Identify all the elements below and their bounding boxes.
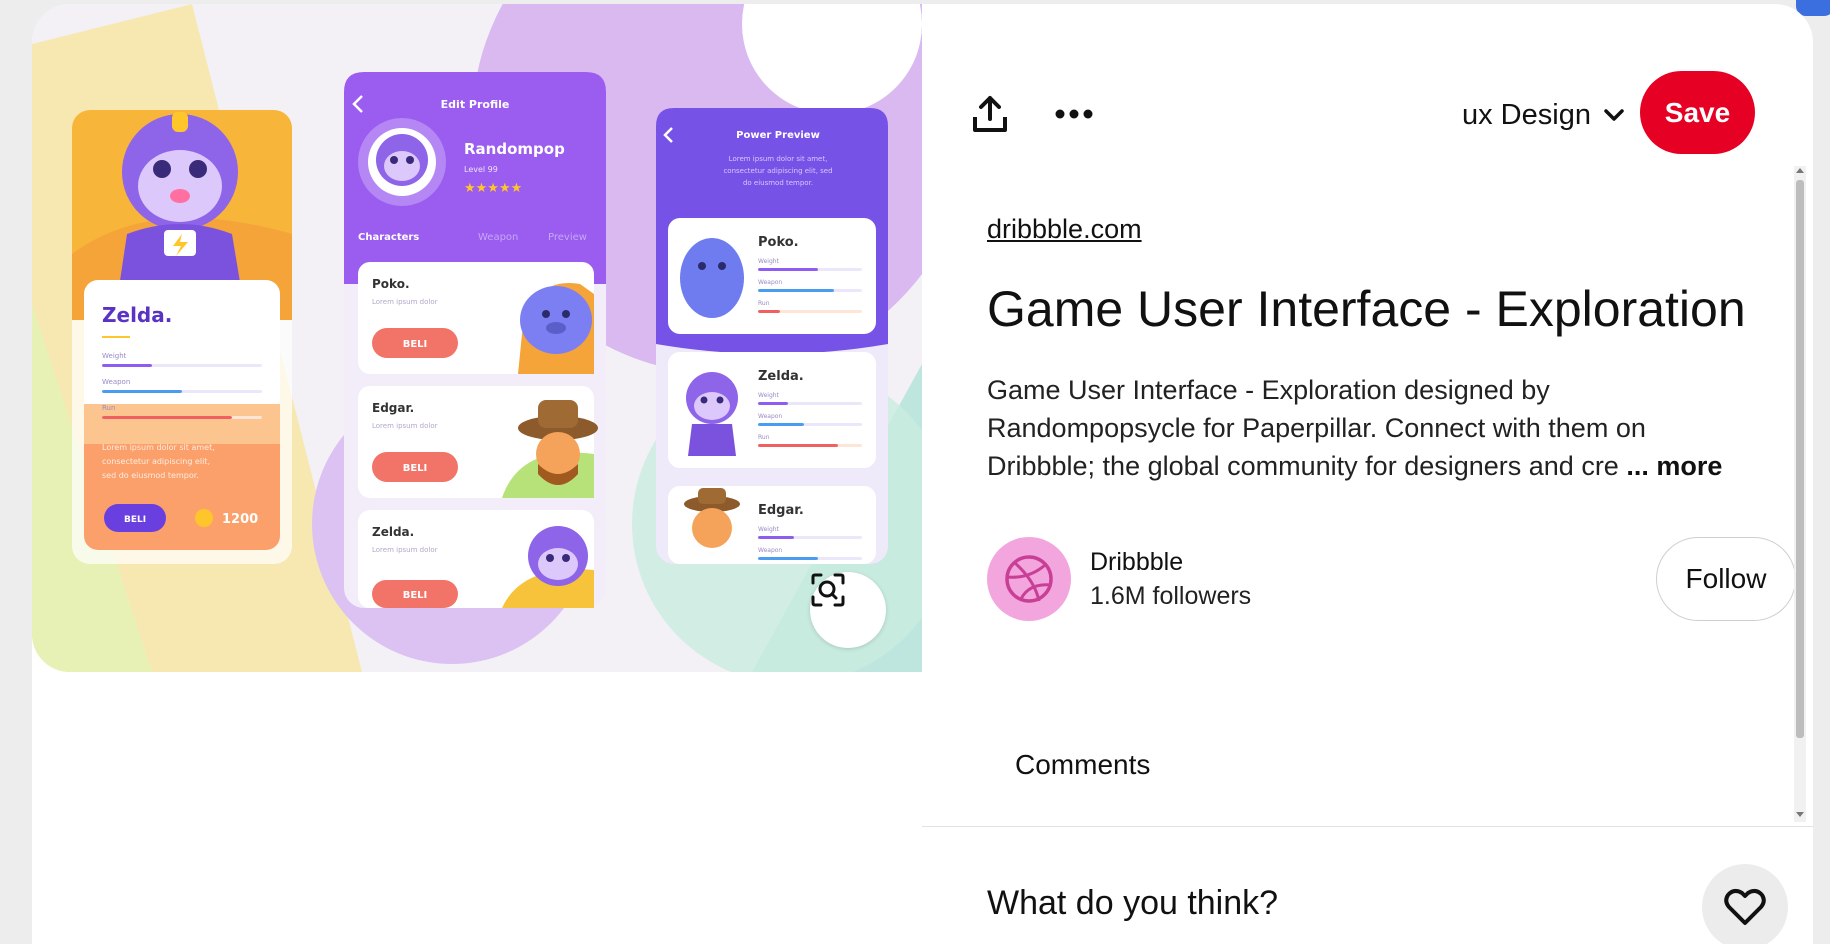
svg-text:Randompop: Randompop [464, 140, 565, 158]
zelda-screen: Zelda. Weight Weapon Run Lorem ipsum dol… [72, 110, 292, 564]
svg-text:Characters: Characters [358, 232, 419, 243]
svg-text:Weapon: Weapon [758, 413, 782, 420]
scrollbar-thumb[interactable] [1796, 180, 1804, 738]
svg-text:Run: Run [102, 404, 115, 412]
svg-text:Zelda.: Zelda. [758, 369, 804, 384]
react-button[interactable] [1702, 864, 1788, 944]
save-button[interactable]: Save [1640, 71, 1755, 154]
creator-name[interactable]: Dribbble [1090, 548, 1183, 577]
svg-text:Weight: Weight [758, 258, 780, 265]
svg-text:Lorem ipsum dolor: Lorem ipsum dolor [372, 422, 438, 430]
svg-text:Weight: Weight [758, 392, 780, 399]
pin-image[interactable]: Zelda. Weight Weapon Run Lorem ipsum dol… [32, 4, 922, 672]
source-link[interactable]: dribbble.com [987, 214, 1142, 245]
svg-text:Zelda.: Zelda. [372, 525, 414, 539]
share-button[interactable] [962, 86, 1018, 142]
svg-text:Weight: Weight [758, 526, 780, 533]
power-preview-screen: Power Preview Lorem ipsum dolor sit amet… [656, 108, 888, 564]
svg-text:Level 99: Level 99 [464, 165, 498, 174]
visual-search-icon [811, 573, 845, 607]
chevron-down-icon [1604, 109, 1624, 121]
svg-text:★★★★★: ★★★★★ [464, 181, 522, 196]
svg-text:Run: Run [758, 434, 770, 441]
more-horizontal-icon [1055, 109, 1093, 119]
svg-text:Lorem ipsum dolor sit amet,: Lorem ipsum dolor sit amet, [102, 443, 215, 452]
svg-text:Lorem ipsum dolor: Lorem ipsum dolor [372, 546, 438, 554]
visual-search-button[interactable] [810, 572, 886, 648]
svg-text:Preview: Preview [548, 232, 587, 243]
divider [922, 826, 1813, 827]
svg-text:Edgar.: Edgar. [372, 401, 414, 415]
pin-image-artwork: Zelda. Weight Weapon Run Lorem ipsum dol… [32, 4, 922, 672]
svg-text:consectetur adipiscing elit, s: consectetur adipiscing elit, sed [723, 167, 832, 175]
dribbble-logo-icon [1005, 555, 1053, 603]
svg-text:Power Preview: Power Preview [736, 130, 820, 141]
follow-button[interactable]: Follow [1656, 537, 1796, 621]
heart-icon [1724, 888, 1766, 925]
creator-avatar[interactable] [987, 537, 1071, 621]
comments-heading[interactable]: Comments [1015, 749, 1150, 781]
pin-description: Game User Interface - Exploration design… [987, 375, 1723, 481]
svg-text:Edgar.: Edgar. [758, 503, 804, 518]
svg-text:Weapon: Weapon [478, 232, 518, 243]
svg-text:BELI: BELI [403, 463, 428, 474]
svg-text:Run: Run [758, 300, 770, 307]
svg-text:Poko.: Poko. [758, 235, 799, 250]
svg-text:Weapon: Weapon [102, 378, 130, 386]
edit-profile-screen: Edit Profile Randompop Level 99 ★★★★★ Ch… [344, 72, 606, 608]
svg-text:Weight: Weight [102, 352, 127, 360]
svg-text:BELI: BELI [124, 515, 146, 525]
zelda-name: Zelda. [102, 303, 172, 327]
svg-text:Poko.: Poko. [372, 277, 410, 291]
comment-prompt: What do you think? [987, 884, 1279, 922]
svg-text:Edit Profile: Edit Profile [441, 98, 510, 111]
svg-text:Lorem ipsum dolor sit amet,: Lorem ipsum dolor sit amet, [729, 155, 828, 163]
svg-text:BELI: BELI [403, 590, 428, 601]
svg-text:sed do eiusmod tempor.: sed do eiusmod tempor. [102, 471, 199, 480]
board-selector[interactable]: ux Design [1462, 94, 1625, 136]
more-link[interactable]: ... more [1626, 451, 1722, 481]
pin-closeup-card: Zelda. Weight Weapon Run Lorem ipsum dol… [32, 4, 1813, 944]
svg-text:Lorem ipsum dolor: Lorem ipsum dolor [372, 298, 438, 306]
svg-text:1200: 1200 [222, 512, 258, 527]
more-options-button[interactable] [1046, 86, 1102, 142]
svg-text:Weapon: Weapon [758, 547, 782, 554]
board-name: ux Design [1462, 98, 1591, 131]
pin-details-panel: ux Design Save dribbble.com Game User In… [922, 4, 1813, 944]
creator-followers: 1.6M followers [1090, 582, 1252, 610]
svg-text:do eiusmod tempor.: do eiusmod tempor. [743, 179, 813, 187]
svg-text:BELI: BELI [403, 339, 428, 350]
svg-text:consectetur adipiscing elit,: consectetur adipiscing elit, [102, 457, 210, 466]
pin-title: Game User Interface - Exploration [987, 281, 1746, 337]
svg-text:Weapon: Weapon [758, 279, 782, 286]
scroll-down-arrow-icon[interactable] [1796, 812, 1804, 817]
share-upload-icon [973, 96, 1007, 132]
scroll-up-arrow-icon[interactable] [1796, 168, 1804, 173]
